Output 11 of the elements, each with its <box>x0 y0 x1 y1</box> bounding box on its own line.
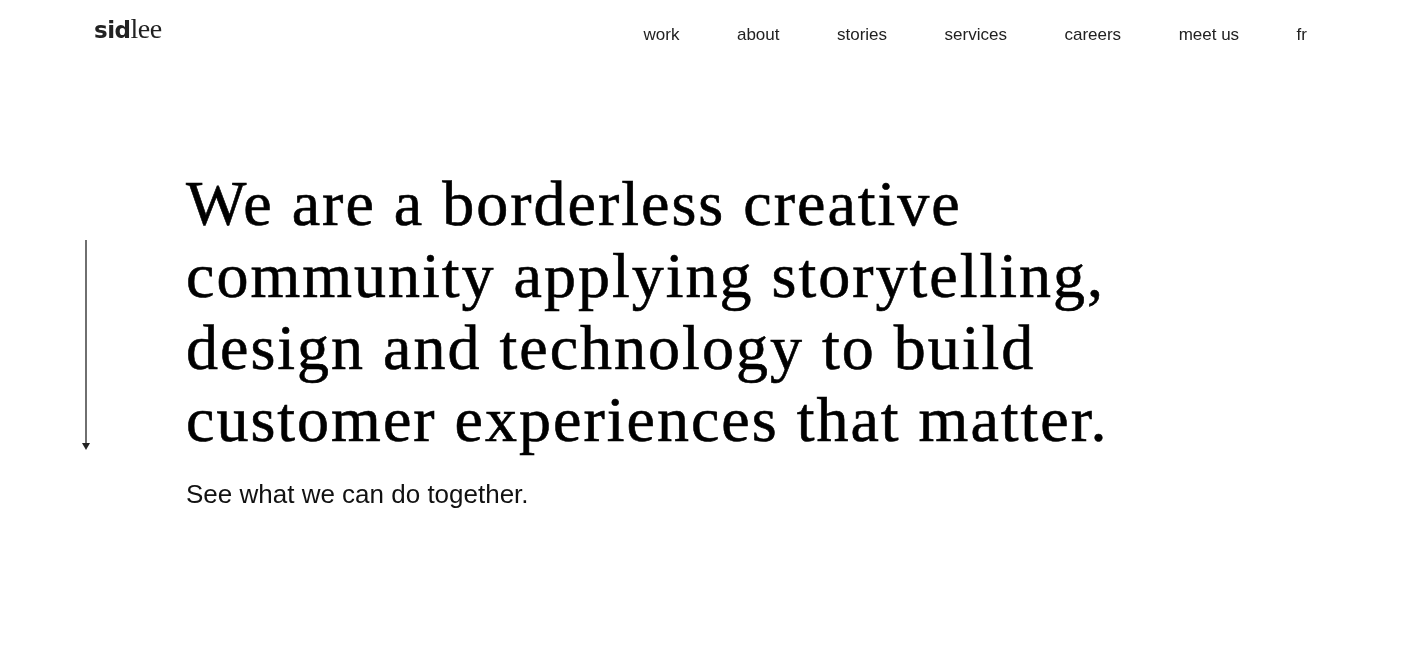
nav-link[interactable]: work <box>643 25 680 45</box>
logo[interactable]: sidlee <box>94 13 162 46</box>
nav-link[interactable]: about <box>736 25 780 45</box>
nav-link[interactable]: services <box>944 25 1007 45</box>
nav-link[interactable]: careers <box>1064 25 1122 45</box>
subtitle-link[interactable]: See what we can do together. <box>186 478 529 510</box>
nav-link[interactable]: stories <box>837 25 888 45</box>
nav-link[interactable]: fr <box>1296 25 1307 45</box>
down-arrow-icon <box>82 240 90 450</box>
headline: We are a borderless creative community applying storytelling, design and technology to build customer experiences that matter. <box>186 168 1110 456</box>
nav-link[interactable]: meet us <box>1178 25 1240 45</box>
